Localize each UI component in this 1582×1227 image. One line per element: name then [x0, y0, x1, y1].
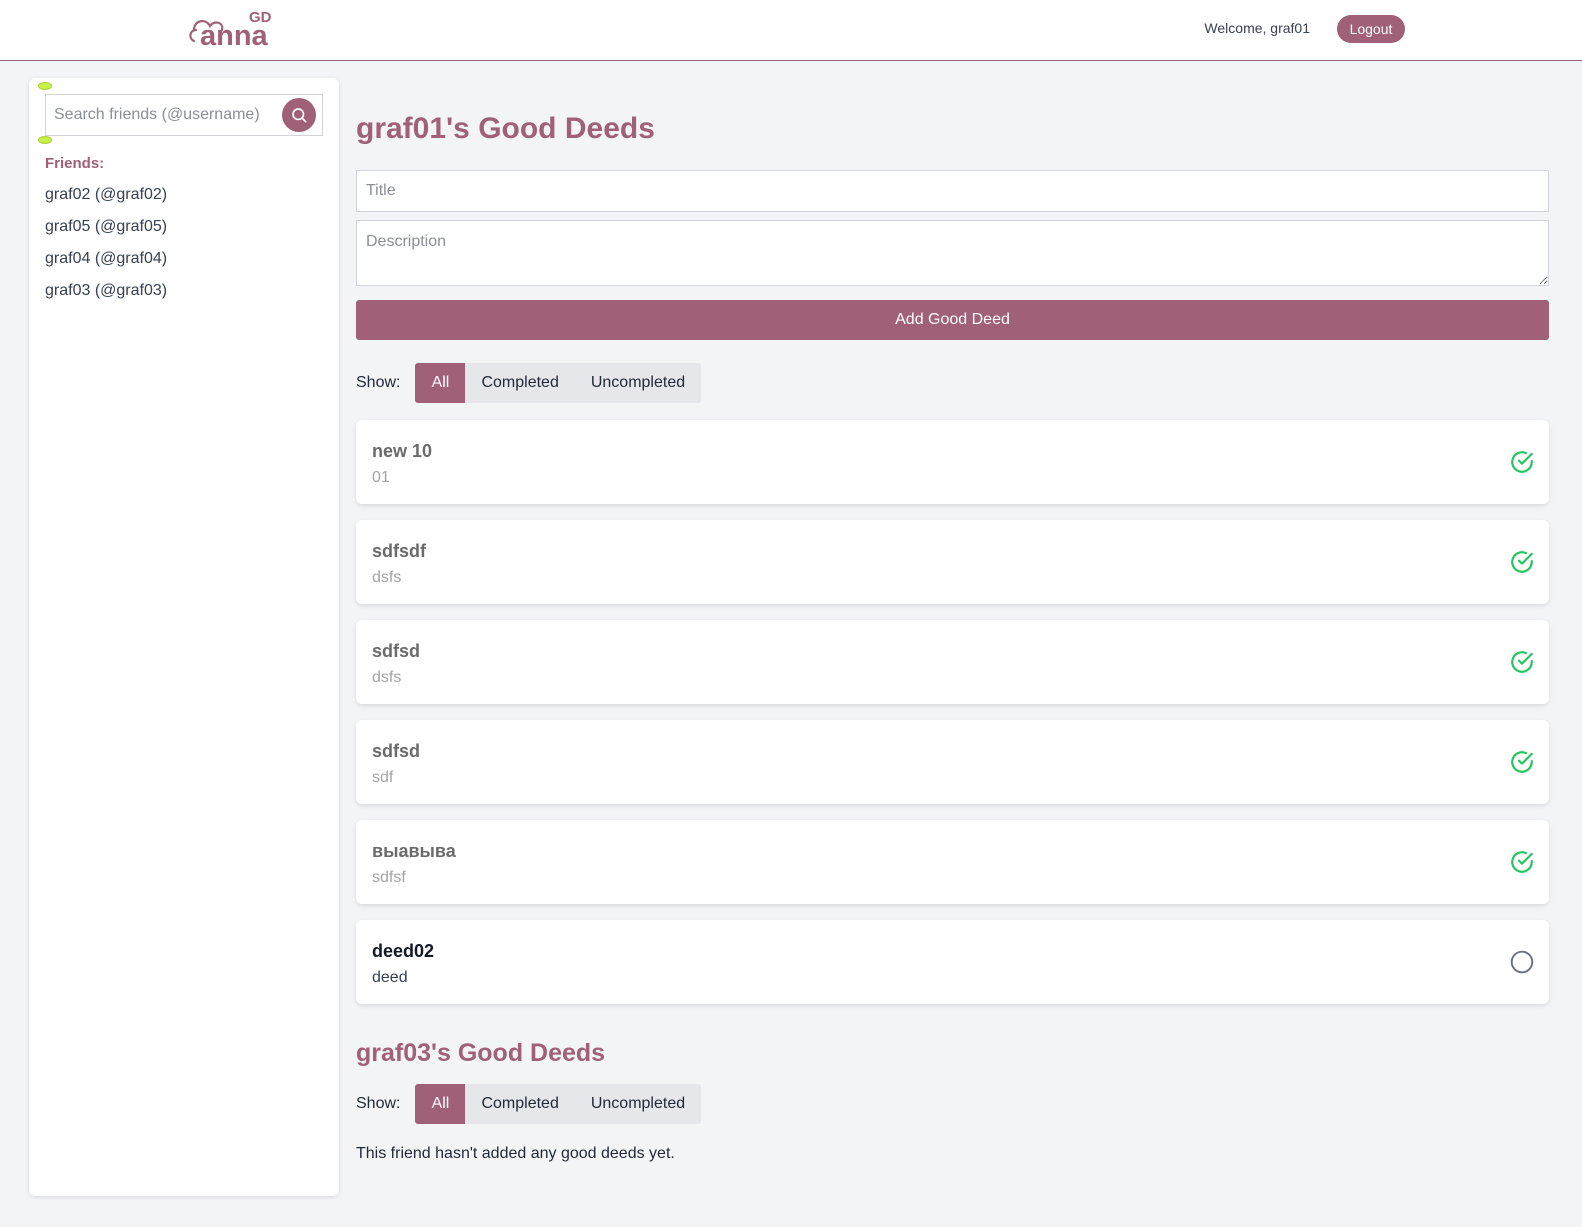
add-good-deed-button[interactable]: Add Good Deed — [356, 300, 1549, 340]
deed-card: new 10 01 — [356, 420, 1549, 504]
filter-button-group: All Completed Uncompleted — [415, 1084, 702, 1124]
friend-item-graf05[interactable]: graf05 (@graf05) — [45, 217, 167, 249]
filter-uncompleted-button[interactable]: Uncompleted — [574, 363, 702, 403]
filter-all-button[interactable]: All — [415, 1084, 466, 1124]
deed-title: sdfsd — [372, 741, 421, 761]
filter-label: Show: — [356, 1095, 401, 1112]
deed-card: sdfsd sdf — [356, 720, 1549, 804]
filter-uncompleted-button[interactable]: Uncompleted — [574, 1084, 702, 1124]
completed-check-icon[interactable] — [1509, 749, 1535, 775]
filter-completed-button[interactable]: Completed — [465, 1084, 575, 1124]
top-header: GD anna Welcome, graf01 Logout — [0, 0, 1582, 61]
deed-title: sdfsd — [372, 641, 421, 661]
deed-description: sdf — [372, 769, 394, 786]
welcome-text: Welcome, graf01 — [1204, 20, 1310, 36]
deed-card: sdfsdf dsfs — [356, 520, 1549, 604]
filter-all-button[interactable]: All — [415, 363, 466, 403]
app-logo[interactable]: GD anna — [186, 8, 281, 50]
page-title: graf01's Good Deeds — [356, 112, 655, 145]
search-button[interactable] — [282, 98, 316, 132]
friends-sidebar: Friends: graf02 (@graf02) graf05 (@graf0… — [29, 78, 339, 1196]
resize-handle-bottom[interactable] — [38, 136, 52, 144]
deed-title: sdfsdf — [372, 541, 426, 561]
friend-search-box — [45, 94, 323, 136]
filter-button-group: All Completed Uncompleted — [415, 363, 702, 403]
svg-text:anna: anna — [200, 20, 269, 50]
filter-completed-button[interactable]: Completed — [465, 363, 575, 403]
deed-card: deed02 deed — [356, 920, 1549, 1004]
search-icon — [292, 108, 307, 123]
friend-item-graf04[interactable]: graf04 (@graf04) — [45, 249, 167, 281]
deed-description: 01 — [372, 469, 390, 486]
deed-description: dsfs — [372, 669, 402, 686]
completed-check-icon[interactable] — [1509, 849, 1535, 875]
filter-label: Show: — [356, 374, 401, 391]
deed-description: dsfs — [372, 569, 402, 586]
deed-description: deed — [372, 969, 408, 986]
resize-handle-top[interactable] — [38, 82, 52, 90]
empty-deeds-message: This friend hasn't added any good deeds … — [356, 1145, 675, 1162]
friend-deeds-title: graf03's Good Deeds — [356, 1039, 606, 1067]
deeds-filter: Show: All Completed Uncompleted — [356, 363, 702, 403]
deed-title-field[interactable] — [356, 170, 1549, 212]
deed-title: deed02 — [372, 941, 435, 961]
friends-list: graf02 (@graf02) graf05 (@graf05) graf04… — [45, 185, 167, 313]
deed-description: sdfsf — [372, 869, 406, 886]
logout-button[interactable]: Logout — [1337, 15, 1405, 43]
completed-check-icon[interactable] — [1509, 649, 1535, 675]
deed-title: выавыва — [372, 841, 456, 861]
completed-check-icon[interactable] — [1509, 549, 1535, 575]
completed-check-icon[interactable] — [1509, 449, 1535, 475]
uncompleted-circle-icon[interactable] — [1509, 949, 1535, 975]
friend-item-graf02[interactable]: graf02 (@graf02) — [45, 185, 167, 217]
deed-card: sdfsd dsfs — [356, 620, 1549, 704]
deed-description-field[interactable] — [356, 220, 1549, 286]
friends-heading: Friends: — [45, 155, 105, 172]
deed-card: выавыва sdfsf — [356, 820, 1549, 904]
friend-search-input[interactable] — [46, 95, 276, 135]
deed-title: new 10 — [372, 441, 433, 461]
friend-deeds-filter: Show: All Completed Uncompleted — [356, 1084, 702, 1124]
friend-item-graf03[interactable]: graf03 (@graf03) — [45, 281, 167, 313]
